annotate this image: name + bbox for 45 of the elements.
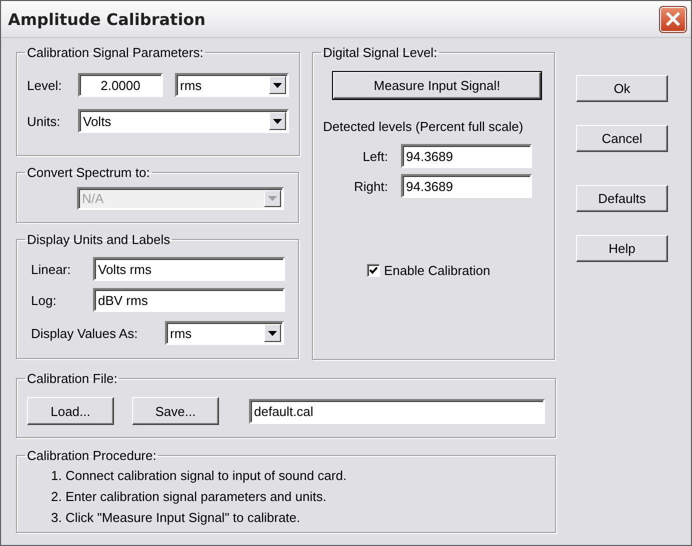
window-title: Amplitude Calibration — [8, 10, 206, 28]
dialog-button[interactable]: Help — [576, 235, 668, 262]
level-field[interactable]: 2.0000 — [78, 73, 163, 97]
close-button[interactable] — [660, 6, 686, 32]
file-name-field[interactable]: default.cal — [249, 398, 545, 424]
procedure-step: 1. Connect calibration signal to input of sound card. — [51, 468, 545, 483]
group-title: Display Units and Labels — [26, 232, 172, 247]
triangle-down-icon — [268, 330, 277, 336]
level-mode-dropdown[interactable]: rms — [175, 73, 289, 97]
dialog-button[interactable]: Defaults — [576, 185, 668, 212]
checkbox[interactable] — [367, 264, 380, 277]
field-label: Log: — [30, 292, 58, 308]
dropdown-arrow-button[interactable] — [269, 76, 286, 94]
channel-label: Left: — [362, 148, 388, 164]
procedure-step: 2. Enter calibration signal parameters and units. — [51, 489, 545, 504]
measure-button[interactable]: Measure Input Signal! — [333, 72, 541, 99]
field-label: Level: — [27, 78, 63, 92]
dropdown-arrow-button[interactable] — [269, 112, 286, 130]
channel-level-field[interactable]: 94.3689 — [401, 174, 532, 198]
checkbox-label: Enable Calibration — [384, 263, 490, 278]
procedure-step: 3. Click "Measure Input Signal" to calibrate. — [51, 510, 545, 525]
file-button[interactable]: Load... — [27, 397, 114, 425]
units-dropdown[interactable]: Volts — [78, 109, 289, 133]
detected-levels-label: Detected levels (Percent full scale) — [323, 119, 524, 134]
log-label-field[interactable]: dBV rms — [93, 288, 285, 312]
group-title: Digital Signal Level: — [322, 45, 438, 60]
group-title: Convert Spectrum to: — [26, 165, 151, 180]
dialog-button[interactable]: Cancel — [576, 125, 668, 152]
group-title: Calibration Signal Parameters: — [26, 45, 204, 60]
display-values-dropdown[interactable]: rms — [165, 321, 284, 345]
channel-level-field[interactable]: 94.3689 — [401, 144, 532, 168]
field-label: Linear: — [30, 262, 72, 276]
linear-label-field[interactable]: Volts rms — [93, 257, 285, 281]
group-title: Calibration Procedure: — [26, 448, 158, 463]
channel-label: Right: — [353, 178, 388, 194]
dropdown-arrow-button[interactable] — [264, 324, 281, 342]
triangle-down-icon — [268, 196, 277, 201]
group-title: Calibration File: — [26, 371, 118, 386]
close-icon — [665, 11, 681, 27]
file-button[interactable]: Save... — [132, 397, 219, 425]
triangle-down-icon — [273, 118, 282, 124]
field-label: Units: — [27, 114, 62, 128]
triangle-down-icon — [273, 82, 282, 88]
dialog-button[interactable]: Ok — [576, 75, 668, 102]
field-label: Display Values As: — [30, 326, 139, 340]
